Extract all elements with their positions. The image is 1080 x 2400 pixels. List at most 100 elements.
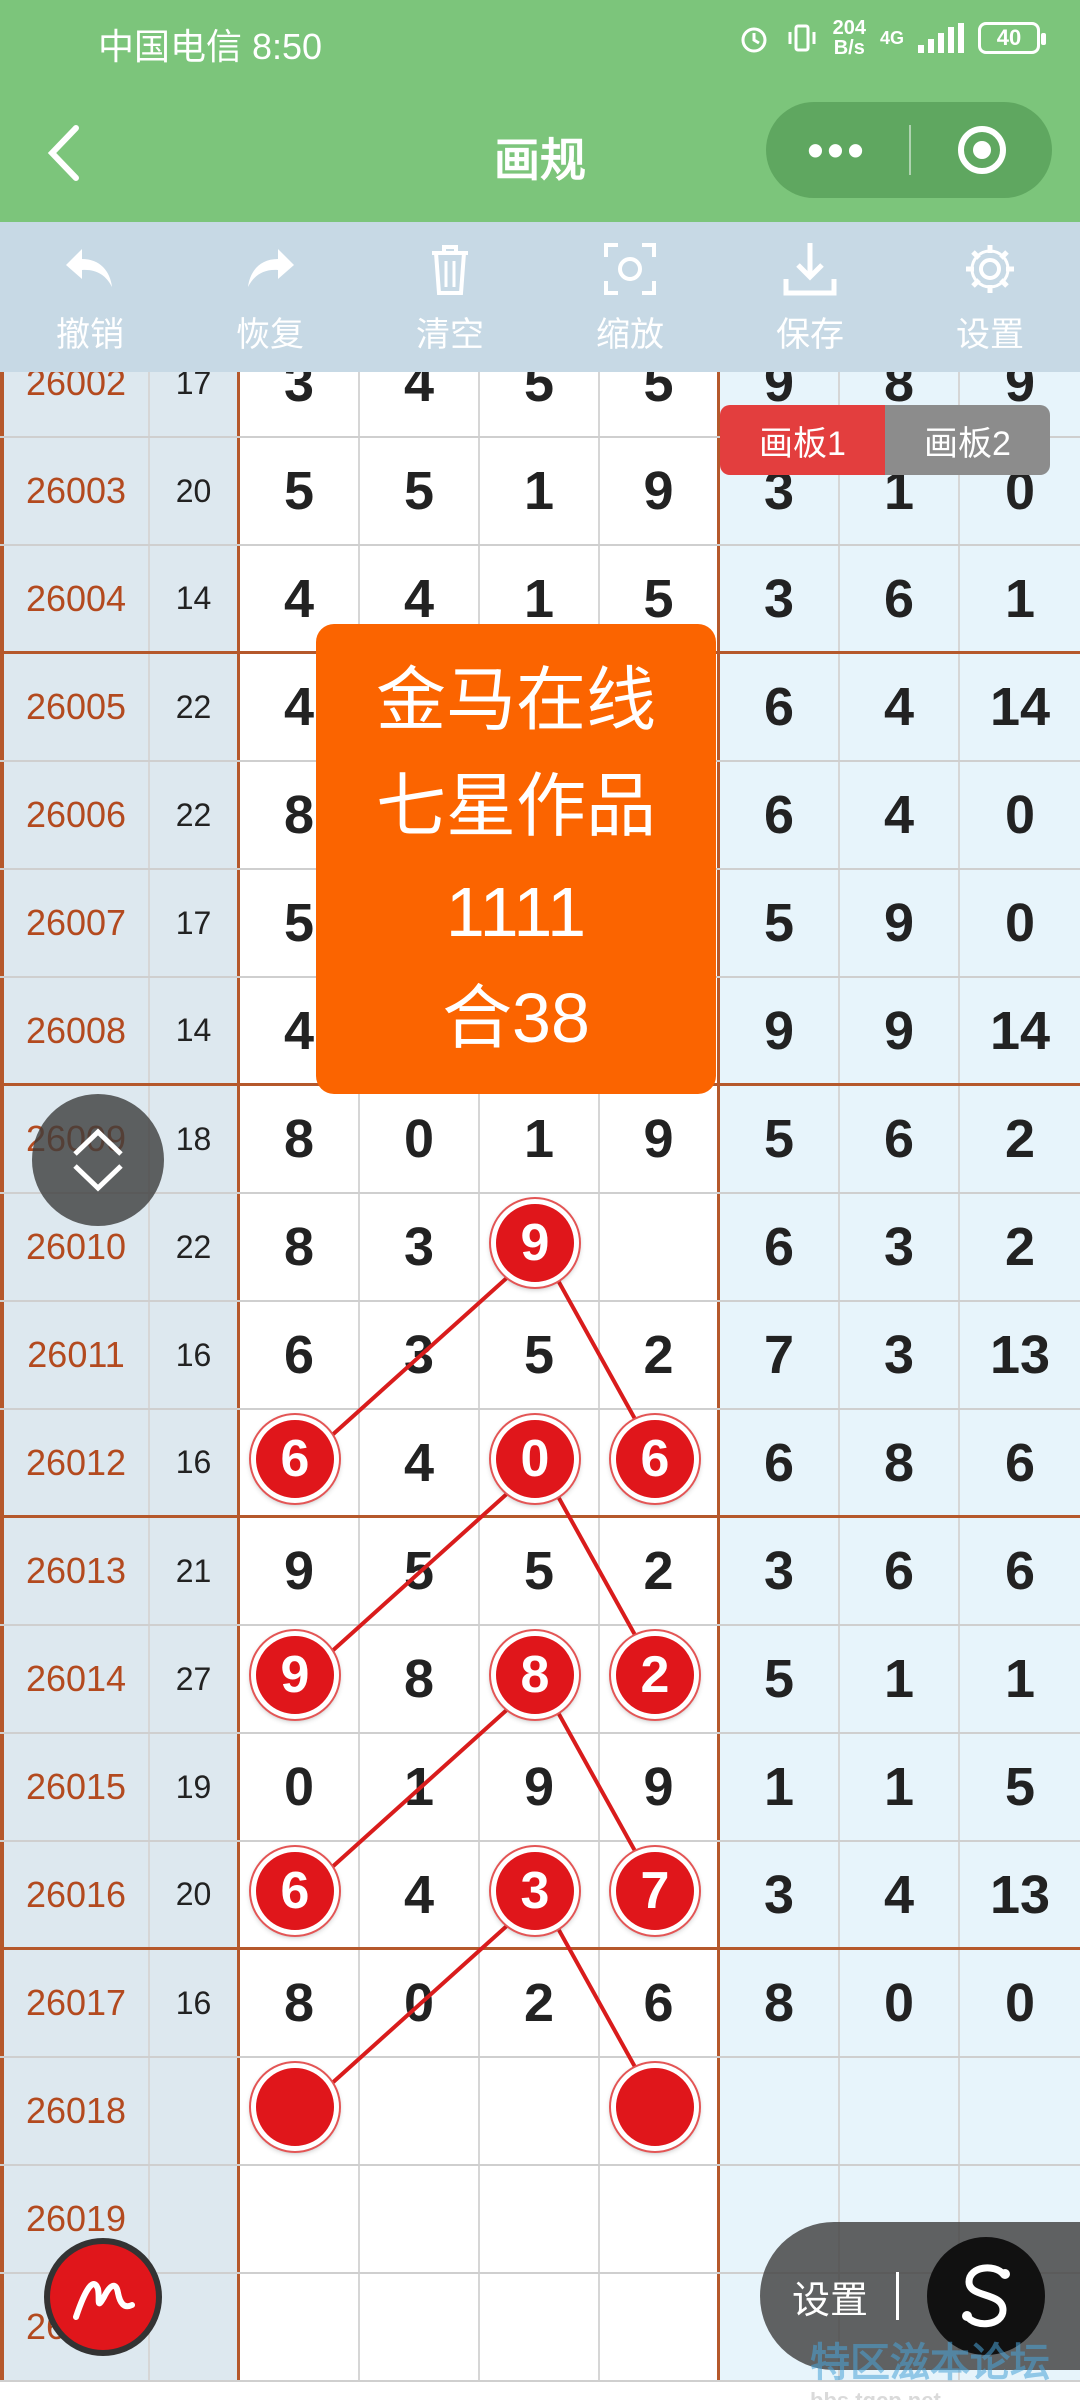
pen-button[interactable] — [44, 2238, 162, 2356]
marked-ball[interactable]: 9 — [491, 1199, 579, 1287]
digit-cell[interactable] — [480, 2166, 600, 2272]
marked-ball[interactable]: 9 — [251, 1631, 339, 1719]
undo-button[interactable]: 撤销 — [0, 222, 180, 372]
digit-cell[interactable]: 6 — [240, 1302, 360, 1408]
redo-button[interactable]: 恢复 — [180, 222, 360, 372]
digit-cell[interactable]: 9 — [600, 1734, 720, 1840]
digit-cell[interactable]: 5 — [480, 372, 600, 436]
digit-cell[interactable] — [480, 2274, 600, 2380]
marked-ball[interactable]: 6 — [251, 1415, 339, 1503]
marked-ball[interactable]: 6 — [611, 1415, 699, 1503]
digit-cell[interactable]: 3 — [360, 1302, 480, 1408]
extra-digit-cell — [720, 2058, 840, 2164]
save-button[interactable]: 保存 — [720, 222, 900, 372]
digit-cell[interactable]: 0 — [240, 1734, 360, 1840]
marked-ball[interactable]: 7 — [611, 1847, 699, 1935]
digit-cell[interactable]: 4 — [360, 1842, 480, 1947]
digit-cell[interactable] — [240, 2166, 360, 2272]
digit-cell[interactable] — [360, 2166, 480, 2272]
digit-cell[interactable]: 2 — [480, 1950, 600, 2056]
board-1-tab[interactable]: 画板1 — [720, 405, 885, 475]
digit-cell[interactable]: 5 — [360, 1518, 480, 1624]
undo-icon — [66, 248, 112, 287]
digit-cell[interactable]: 8 — [240, 1194, 360, 1300]
digit-cell[interactable]: 8 — [240, 1086, 360, 1192]
digit-cell[interactable]: 4 — [360, 1410, 480, 1515]
target-icon[interactable] — [911, 124, 1052, 176]
marked-ball[interactable] — [611, 2063, 699, 2151]
digit-cell[interactable]: 9 — [480, 1734, 600, 1840]
digit-cell[interactable]: 9 — [600, 1086, 720, 1192]
digit-cell[interactable]: 8 — [240, 1950, 360, 2056]
extra-digit-cell: 3 — [720, 1518, 840, 1624]
digit-cell[interactable] — [360, 2058, 480, 2164]
digit-cell[interactable] — [600, 1194, 720, 1300]
digit-cell[interactable]: 0 — [360, 1086, 480, 1192]
digit-cell[interactable]: 5 — [240, 438, 360, 544]
settings-button[interactable]: 设置 — [900, 222, 1080, 372]
extra-digit-cell: 14 — [960, 654, 1080, 760]
extra-digit-cell: 8 — [720, 1950, 840, 2056]
digit-cell[interactable]: 1 — [480, 1086, 600, 1192]
scroll-diamond-button[interactable] — [32, 1094, 164, 1226]
digit-cell[interactable] — [240, 2274, 360, 2380]
sum-value: 18 — [150, 1086, 240, 1192]
extra-digit-cell: 13 — [960, 1302, 1080, 1408]
digit-cell[interactable] — [360, 2274, 480, 2380]
digit-cell[interactable]: 5 — [600, 372, 720, 436]
battery-icon: 40 — [978, 22, 1046, 54]
extra-digit-cell: 6 — [960, 1410, 1080, 1515]
extra-digit-cell: 3 — [720, 546, 840, 651]
digit-cell[interactable]: 3 — [360, 1194, 480, 1300]
digit-cell[interactable]: 0 — [360, 1950, 480, 2056]
nav-bar: 画规 ••• — [0, 80, 1080, 222]
extra-digit-cell: 4 — [840, 1842, 960, 1947]
marked-ball[interactable]: 3 — [491, 1847, 579, 1935]
digit-cell[interactable]: 4 — [360, 372, 480, 436]
download-icon — [783, 242, 837, 295]
banner-line-4: 合38 — [442, 979, 590, 1057]
digit-cell[interactable]: 5 — [480, 1302, 600, 1408]
carrier-time: 中国电信 8:50 — [98, 26, 323, 67]
digit-cell[interactable] — [600, 2166, 720, 2272]
table-row: 26009188019562 — [0, 1086, 1080, 1194]
digit-cell[interactable]: 3 — [240, 372, 360, 436]
extra-digit-cell: 4 — [840, 762, 960, 868]
marked-ball[interactable]: 8 — [491, 1631, 579, 1719]
forum-watermark: 特区滋本论坛 bbs.tqcp.net — [810, 2341, 1050, 2400]
digit-cell[interactable]: 5 — [480, 1518, 600, 1624]
issue-number: 26008 — [0, 978, 150, 1083]
digit-cell[interactable] — [480, 2058, 600, 2164]
digit-cell[interactable]: 5 — [360, 438, 480, 544]
digit-cell[interactable]: 2 — [600, 1518, 720, 1624]
promo-banner: 金马在线 七星作品 1111 合38 — [316, 624, 716, 1094]
app-header: 中国电信 8:50 204 B/s 4G 40 画规 ••• — [0, 0, 1080, 222]
clear-button[interactable]: 清空 — [360, 222, 540, 372]
extra-digit-cell: 2 — [960, 1194, 1080, 1300]
extra-digit-cell: 6 — [720, 762, 840, 868]
digit-cell[interactable]: 8 — [360, 1626, 480, 1732]
marked-ball[interactable]: 2 — [611, 1631, 699, 1719]
extra-digit-cell: 6 — [840, 1086, 960, 1192]
table-row: 26015 19 0 1 9 9 1 1 5 — [0, 1734, 1080, 1842]
digit-cell[interactable]: 1 — [480, 438, 600, 544]
marked-ball[interactable]: 6 — [251, 1847, 339, 1935]
table-row: 26013 21 9 5 5 2 3 6 6 — [0, 1518, 1080, 1626]
digit-cell[interactable]: 1 — [360, 1734, 480, 1840]
digit-cell[interactable]: 2 — [600, 1302, 720, 1408]
marked-ball[interactable]: 0 — [491, 1415, 579, 1503]
net-speed-unit: B/s — [833, 37, 865, 59]
digit-cell[interactable]: 9 — [240, 1518, 360, 1624]
more-dots-icon[interactable]: ••• — [766, 102, 909, 198]
marked-ball[interactable] — [251, 2063, 339, 2151]
sum-value — [150, 2274, 240, 2380]
issue-number: 26015 — [0, 1734, 150, 1840]
zoom-button[interactable]: 缩放 — [540, 222, 720, 372]
digit-cell[interactable] — [600, 2274, 720, 2380]
board-2-tab[interactable]: 画板2 — [885, 405, 1050, 475]
sum-value — [150, 2058, 240, 2164]
digit-cell[interactable]: 6 — [600, 1950, 720, 2056]
digit-cell[interactable]: 9 — [600, 438, 720, 544]
bottom-settings-label[interactable]: 设置 — [792, 2269, 868, 2324]
table-row: 26011 16 6 3 5 2 7 3 13 — [0, 1302, 1080, 1410]
